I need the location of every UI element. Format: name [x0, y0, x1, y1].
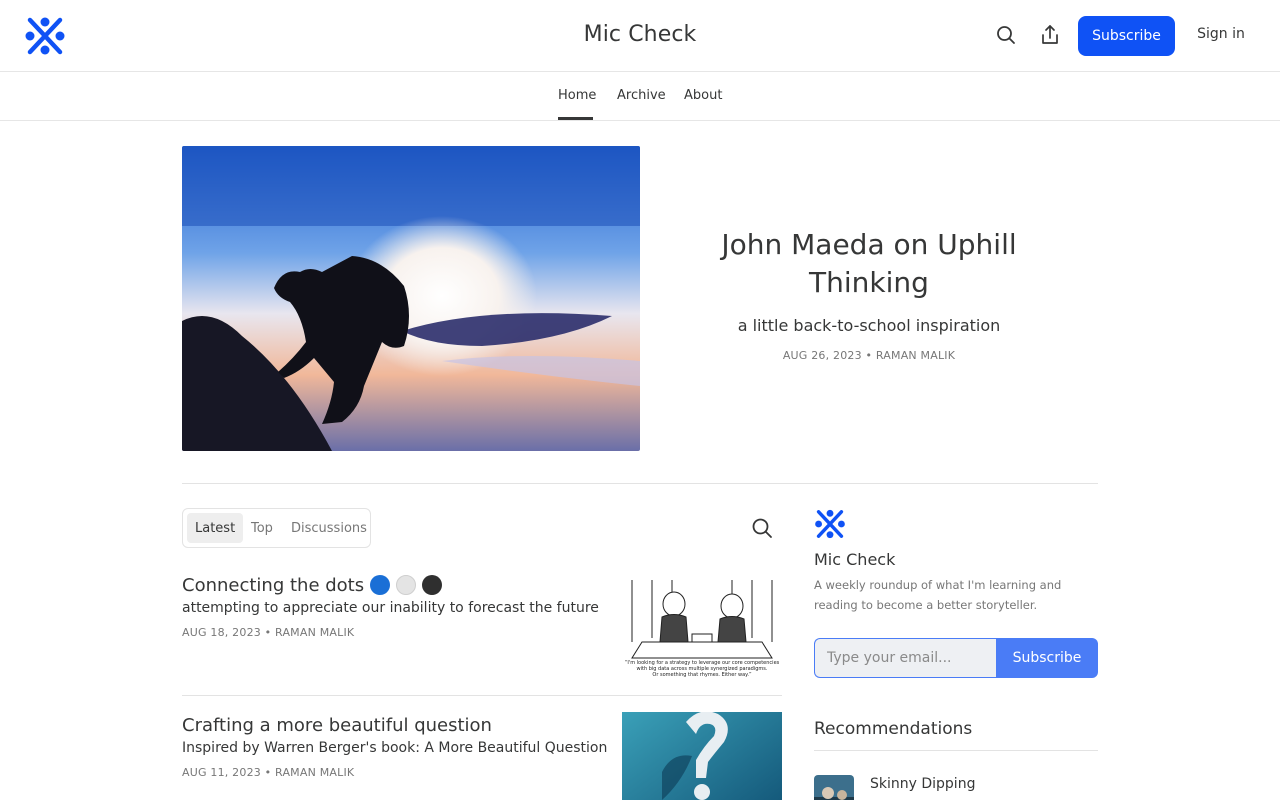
- email-input[interactable]: [814, 638, 996, 678]
- post-item[interactable]: Connecting the dots attempting to apprec…: [182, 572, 782, 679]
- nav-tabs: Home Archive About: [0, 72, 1280, 121]
- hero-text: John Maeda on Uphill Thinking a little b…: [700, 226, 1038, 362]
- tab-home[interactable]: Home: [558, 88, 596, 103]
- feed-filter-group: Latest Top Discussions: [182, 508, 371, 548]
- post-thumbnail-cartoon[interactable]: “I'm looking for a strategy to leverage …: [622, 572, 782, 679]
- sidebar-subscribe-button[interactable]: Subscribe: [996, 638, 1098, 678]
- share-icon[interactable]: [1037, 22, 1063, 48]
- tab-archive[interactable]: Archive: [617, 88, 666, 103]
- cartoon-caption-line-3: Or something that rhymes. Either way.”: [652, 672, 752, 678]
- black-circle-icon: [422, 575, 443, 595]
- post-item[interactable]: Crafting a more beautiful question Inspi…: [182, 712, 782, 800]
- recommendation-name[interactable]: Skinny Dipping: [870, 776, 975, 792]
- hero-subtitle: a little back-to-school inspiration: [737, 316, 1001, 335]
- filter-top[interactable]: Top: [243, 513, 281, 543]
- recommendation-avatar[interactable]: [814, 775, 854, 800]
- tab-about[interactable]: About: [684, 88, 722, 103]
- filter-latest[interactable]: Latest: [187, 513, 244, 543]
- subscribe-button[interactable]: Subscribe: [1078, 16, 1175, 56]
- white-circle-icon: [396, 575, 417, 595]
- hero-meta: AUG 26, 2023 • RAMAN MALIK: [782, 349, 956, 362]
- post-divider: [182, 695, 782, 696]
- post-thumbnail-question-mark[interactable]: [622, 712, 782, 800]
- section-divider: [182, 483, 1098, 484]
- sign-in-link[interactable]: Sign in: [1190, 26, 1252, 42]
- search-icon[interactable]: [993, 22, 1019, 48]
- active-tab-indicator: [558, 117, 593, 120]
- top-header: Mic Check Subscribe Sign in: [0, 0, 1280, 72]
- filter-discussions[interactable]: Discussions: [283, 513, 375, 543]
- sidebar-description: A weekly roundup of what I'm learning an…: [814, 578, 1062, 612]
- feed-search-icon[interactable]: [751, 517, 773, 539]
- hero-image[interactable]: [182, 146, 640, 451]
- recommendations-divider: [814, 750, 1098, 751]
- sidebar-title[interactable]: Mic Check: [814, 550, 895, 569]
- blue-circle-icon: [370, 575, 391, 595]
- hero-title[interactable]: John Maeda on Uphill Thinking: [700, 226, 1038, 302]
- post-title-text: Connecting the dots: [182, 574, 365, 596]
- sidebar-logo-icon[interactable]: [814, 508, 846, 540]
- recommendations-heading: Recommendations: [814, 719, 973, 739]
